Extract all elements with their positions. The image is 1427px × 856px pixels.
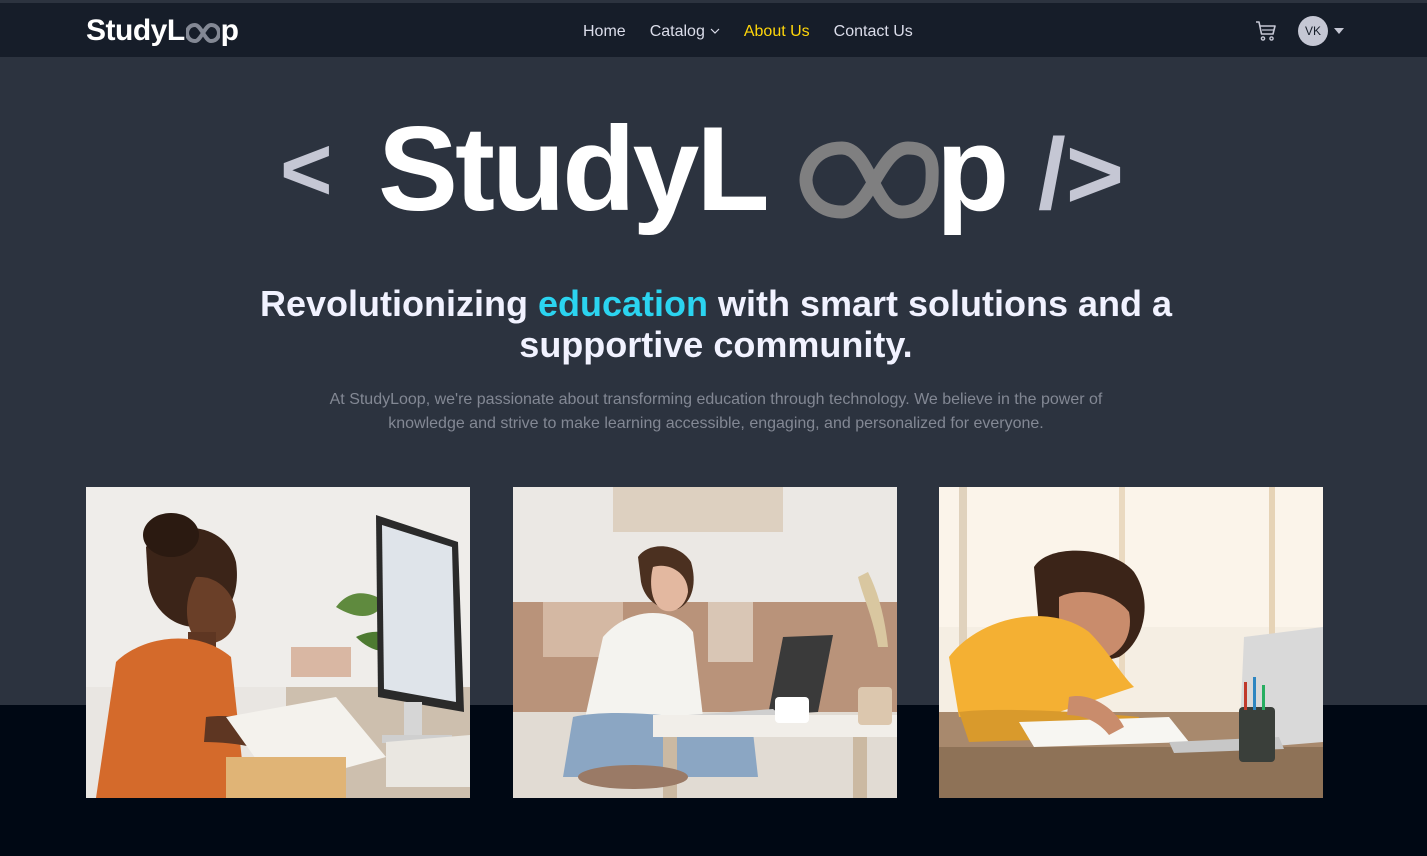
- infinity-loop-icon: [184, 22, 221, 44]
- chevron-down-icon: [710, 28, 720, 34]
- headline-part-1: Revolutionizing: [259, 283, 538, 324]
- logo-main-text: StudyL: [378, 112, 767, 236]
- nav-actions: VK: [1254, 16, 1344, 46]
- nav-home[interactable]: Home: [583, 23, 626, 41]
- logo-left-bracket: <: [280, 120, 333, 220]
- logo-text-end: p: [220, 14, 239, 47]
- logo-right-bracket: />: [1038, 118, 1124, 230]
- hero-logo: < StudyL p />: [280, 102, 1150, 242]
- nav-about-us[interactable]: About Us: [744, 23, 810, 41]
- cart-icon[interactable]: [1254, 19, 1278, 43]
- nav-links: Home Catalog About Us Contact Us: [583, 21, 937, 43]
- navbar: StudyL p Home Catalog About Us Contact U…: [0, 3, 1427, 58]
- hero-headline: Revolutionizing education with smart sol…: [213, 283, 1219, 365]
- photo-student-computer: [86, 487, 470, 798]
- logo-text: StudyL: [86, 14, 185, 47]
- hero-description: At StudyLoop, we're passionate about tra…: [329, 391, 1103, 432]
- site-logo[interactable]: StudyL p: [86, 13, 239, 49]
- avatar-dropdown-caret-icon[interactable]: [1334, 28, 1344, 34]
- nav-contact-us[interactable]: Contact Us: [834, 23, 913, 41]
- user-avatar[interactable]: VK: [1298, 16, 1328, 46]
- photo-student-writing: [939, 487, 1323, 798]
- nav-catalog[interactable]: Catalog: [650, 23, 720, 41]
- photo-student-laptop-couch: [513, 487, 897, 798]
- headline-highlight: education: [537, 283, 708, 324]
- logo-end-text: p: [936, 112, 1009, 236]
- infinity-loop-icon: [799, 141, 939, 219]
- nav-catalog-label: Catalog: [649, 23, 705, 40]
